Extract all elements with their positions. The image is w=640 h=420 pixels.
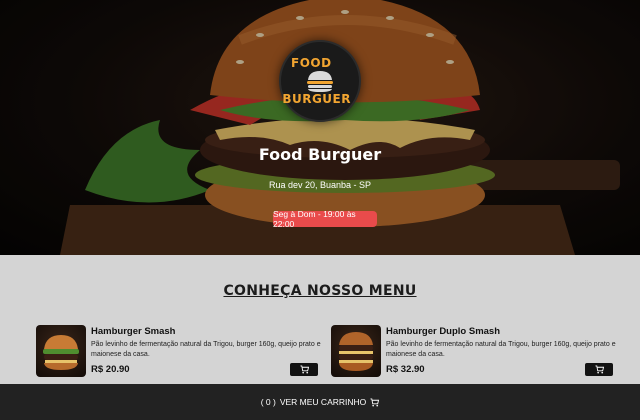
menu-item-description: Pão levinho de fermentação natural da Tr… (386, 341, 616, 358)
menu-item-photo (331, 325, 381, 377)
cart-icon (594, 365, 604, 374)
menu-item: Hamburger Duplo Smash Pão levinho de fer… (331, 325, 616, 379)
menu-item-price: R$ 32.90 (386, 364, 425, 375)
logo-text-bottom: BURGUER (282, 92, 351, 106)
menu-item-name: Hamburger Smash (91, 326, 176, 337)
menu-section-title: CONHEÇA NOSSO MENU (223, 283, 417, 299)
hero-banner: FOOD BURGUER Food Burguer Rua dev 20, Bu… (0, 0, 640, 255)
view-cart-bar[interactable]: ( 0 ) VER MEU CARRINHO (0, 384, 640, 420)
menu-item: Hamburger Smash Pão levinho de fermentaç… (36, 325, 321, 379)
burger-logo-icon (307, 71, 333, 92)
brand-name: Food Burguer (258, 145, 382, 164)
burger-photo-icon (339, 332, 373, 371)
add-to-cart-button[interactable] (585, 363, 613, 376)
logo-text-top: FOOD (291, 56, 332, 70)
menu-item-description: Pão levinho de fermentação natural da Tr… (91, 341, 321, 358)
cart-icon (299, 365, 309, 374)
opening-hours-badge: Seg à Dom - 19:00 às 22:00 (273, 209, 377, 229)
menu-item-photo (36, 325, 86, 377)
brand-logo: FOOD BURGUER (279, 40, 361, 122)
cart-count: ( 0 ) (260, 397, 276, 407)
burger-photo-icon (43, 335, 79, 370)
store-address: Rua dev 20, Buanba - SP (268, 180, 372, 190)
cart-icon (370, 397, 380, 406)
view-cart-label: VER MEU CARRINHO (279, 397, 367, 407)
menu-item-name: Hamburger Duplo Smash (386, 326, 501, 337)
add-to-cart-button[interactable] (290, 363, 318, 376)
menu-item-price: R$ 20.90 (91, 364, 130, 375)
